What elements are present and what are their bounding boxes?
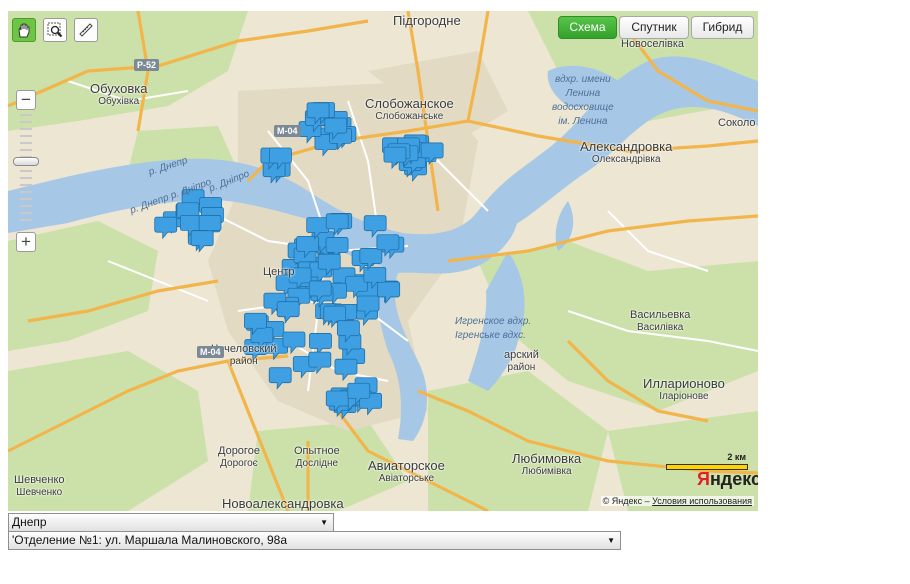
place-label-tsentr: Центр bbox=[263, 266, 295, 278]
zoom-out-button[interactable]: − bbox=[16, 90, 36, 110]
place-label-illarionovo: Илларионово Іларіонове bbox=[643, 376, 725, 403]
zoom-tick bbox=[20, 128, 32, 130]
zoom-tick bbox=[20, 135, 32, 137]
zoom-in-button[interactable]: + bbox=[16, 232, 36, 252]
place-label-novoselovka: Новоселівка bbox=[621, 38, 685, 50]
place-label-obukhovka: Обуховка Обухівка bbox=[90, 81, 148, 108]
place-label-shevchenko: Шевченко Шевченко bbox=[14, 474, 65, 498]
igren-reservoir-label: Игренское вдхр. Ігренське вдхс. bbox=[455, 316, 532, 341]
city-select[interactable]: Днепр ▼ bbox=[8, 513, 334, 532]
map-view[interactable]: Підгородне Обуховка Обухівка Слобожанское… bbox=[8, 11, 758, 511]
zoom-area-button[interactable] bbox=[43, 18, 67, 42]
place-label-opytnoe: Опытное Дослідне bbox=[294, 445, 340, 469]
zoom-tick bbox=[20, 149, 32, 151]
ruler-icon bbox=[79, 23, 93, 37]
ruler-button[interactable] bbox=[74, 18, 98, 42]
place-label-aleksandrovka: Александровка Олександрівка bbox=[580, 139, 673, 166]
hand-icon bbox=[18, 23, 30, 38]
terms-link[interactable]: Условия использования bbox=[652, 496, 752, 506]
branch-select-value: 'Отделение №1: ул. Маршала Малиновского,… bbox=[12, 533, 288, 547]
place-label-lyubimovka: Любимовка Любимівка bbox=[512, 451, 582, 478]
reservoir-label: вдхр. имени Ленина водосховище ім. Ленин… bbox=[552, 74, 614, 127]
zoom-tick bbox=[20, 205, 32, 207]
map-type-satellite-button[interactable]: Спутник bbox=[619, 16, 689, 39]
place-label-sokol: Соколо bbox=[718, 117, 756, 129]
zoom-area-icon bbox=[47, 22, 63, 38]
chevron-down-icon: ▼ bbox=[607, 536, 615, 545]
map-type-scheme-button[interactable]: Схема bbox=[558, 16, 617, 39]
zoom-tick bbox=[20, 184, 32, 186]
zoom-tick bbox=[20, 114, 32, 116]
zoom-tick bbox=[20, 177, 32, 179]
zoom-tick bbox=[20, 170, 32, 172]
chevron-down-icon: ▼ bbox=[320, 518, 328, 527]
city-select-value: Днепр bbox=[12, 515, 47, 529]
road-shield-m04-west: М-04 bbox=[197, 346, 224, 358]
road-shield-r52: Р-52 bbox=[134, 59, 160, 71]
zoom-tick bbox=[20, 212, 32, 214]
road-shield-m04-north: М-04 bbox=[274, 125, 301, 137]
copyright-notice: © Яндекс – Условия использования bbox=[600, 496, 754, 506]
place-label-pidhorodne: Підгородне bbox=[393, 13, 461, 28]
hand-tool-button[interactable] bbox=[12, 18, 36, 42]
zoom-tick bbox=[20, 121, 32, 123]
place-label-dorogoe: Дорогое Дорогоє bbox=[218, 445, 260, 469]
place-label-zavodskoy: арский район bbox=[504, 349, 539, 373]
zoom-slider-handle[interactable] bbox=[13, 157, 39, 167]
zoom-tick bbox=[20, 219, 32, 221]
branch-select[interactable]: 'Отделение №1: ул. Маршала Малиновского,… bbox=[8, 531, 621, 550]
zoom-tick bbox=[20, 191, 32, 193]
zoom-tick bbox=[20, 142, 32, 144]
place-label-aviatorskoe: Авиаторское Авіаторське bbox=[368, 458, 445, 485]
zoom-tick bbox=[20, 198, 32, 200]
place-label-novoaleksandrovka: Новоалександровка bbox=[222, 496, 344, 511]
place-label-vasilevka: Васильевка Василівка bbox=[630, 309, 691, 333]
map-type-hybrid-button[interactable]: Гибрид bbox=[691, 16, 754, 39]
zoom-control[interactable]: − + bbox=[13, 90, 39, 252]
yandex-logo: Яндекс bbox=[697, 469, 758, 489]
scale-label: 2 км bbox=[727, 452, 746, 462]
copyright-text: © Яндекс – bbox=[602, 496, 650, 506]
place-label-slobozhanskoe: Слобожанское Слобожанське bbox=[365, 96, 454, 123]
